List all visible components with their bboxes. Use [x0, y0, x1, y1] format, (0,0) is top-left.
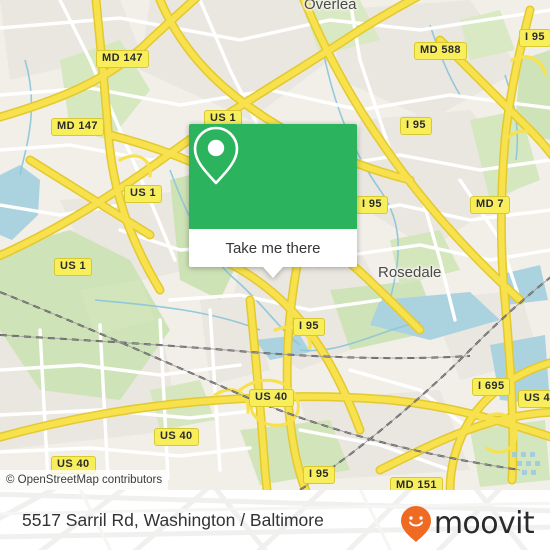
road-shield: MD 588 — [414, 42, 467, 60]
moovit-pin-smiley-icon — [400, 506, 431, 542]
road-shield: I 95 — [293, 318, 325, 336]
road-shield: I 95 — [400, 117, 432, 135]
map-canvas[interactable]: MD 147 MD 588 I 95 US 1 I 95 MD 147 US 1 I 95 MD… — [0, 0, 550, 490]
road-shield: US 40 — [154, 428, 199, 446]
address-label: 5517 Sarril Rd, Washington / Baltimore — [22, 509, 324, 530]
road-shield: I 95 — [519, 29, 550, 47]
road-shield: I 695 — [472, 378, 511, 396]
footer-bar: 5517 Sarril Rd, Washington / Baltimore m… — [0, 490, 550, 550]
place-label: Rosedale — [378, 264, 442, 281]
popup-pointer-tail — [263, 267, 283, 278]
road-shield: I 95 — [356, 196, 388, 214]
road-shield: MD 151 — [390, 477, 443, 490]
attribution-label: © OpenStreetMap contributors — [6, 474, 163, 486]
take-me-there-button[interactable]: Take me there — [189, 229, 357, 267]
take-me-there-label: Take me there — [225, 239, 321, 257]
road-shield: MD 147 — [51, 118, 104, 136]
location-popup-card[interactable]: Take me there — [189, 124, 357, 278]
moovit-map-screen: MD 147 MD 588 I 95 US 1 I 95 MD 147 US 1 I 95 MD… — [0, 0, 550, 550]
map-pin-icon — [193, 126, 239, 185]
road-shield: US 1 — [54, 258, 93, 276]
moovit-wordmark: moovit — [433, 506, 535, 541]
popup-image-area — [189, 124, 357, 229]
moovit-logo[interactable]: moovit — [400, 505, 535, 543]
road-shield: MD 7 — [470, 196, 510, 214]
road-shield: US 1 — [124, 185, 163, 203]
place-label: Overlea — [304, 0, 357, 13]
road-shield: US 40 — [249, 389, 294, 407]
road-shield: I 95 — [303, 466, 335, 484]
road-shield: US 40 — [518, 390, 550, 408]
road-shield: MD 147 — [96, 50, 149, 68]
map-attribution[interactable]: © OpenStreetMap contributors — [0, 470, 169, 490]
